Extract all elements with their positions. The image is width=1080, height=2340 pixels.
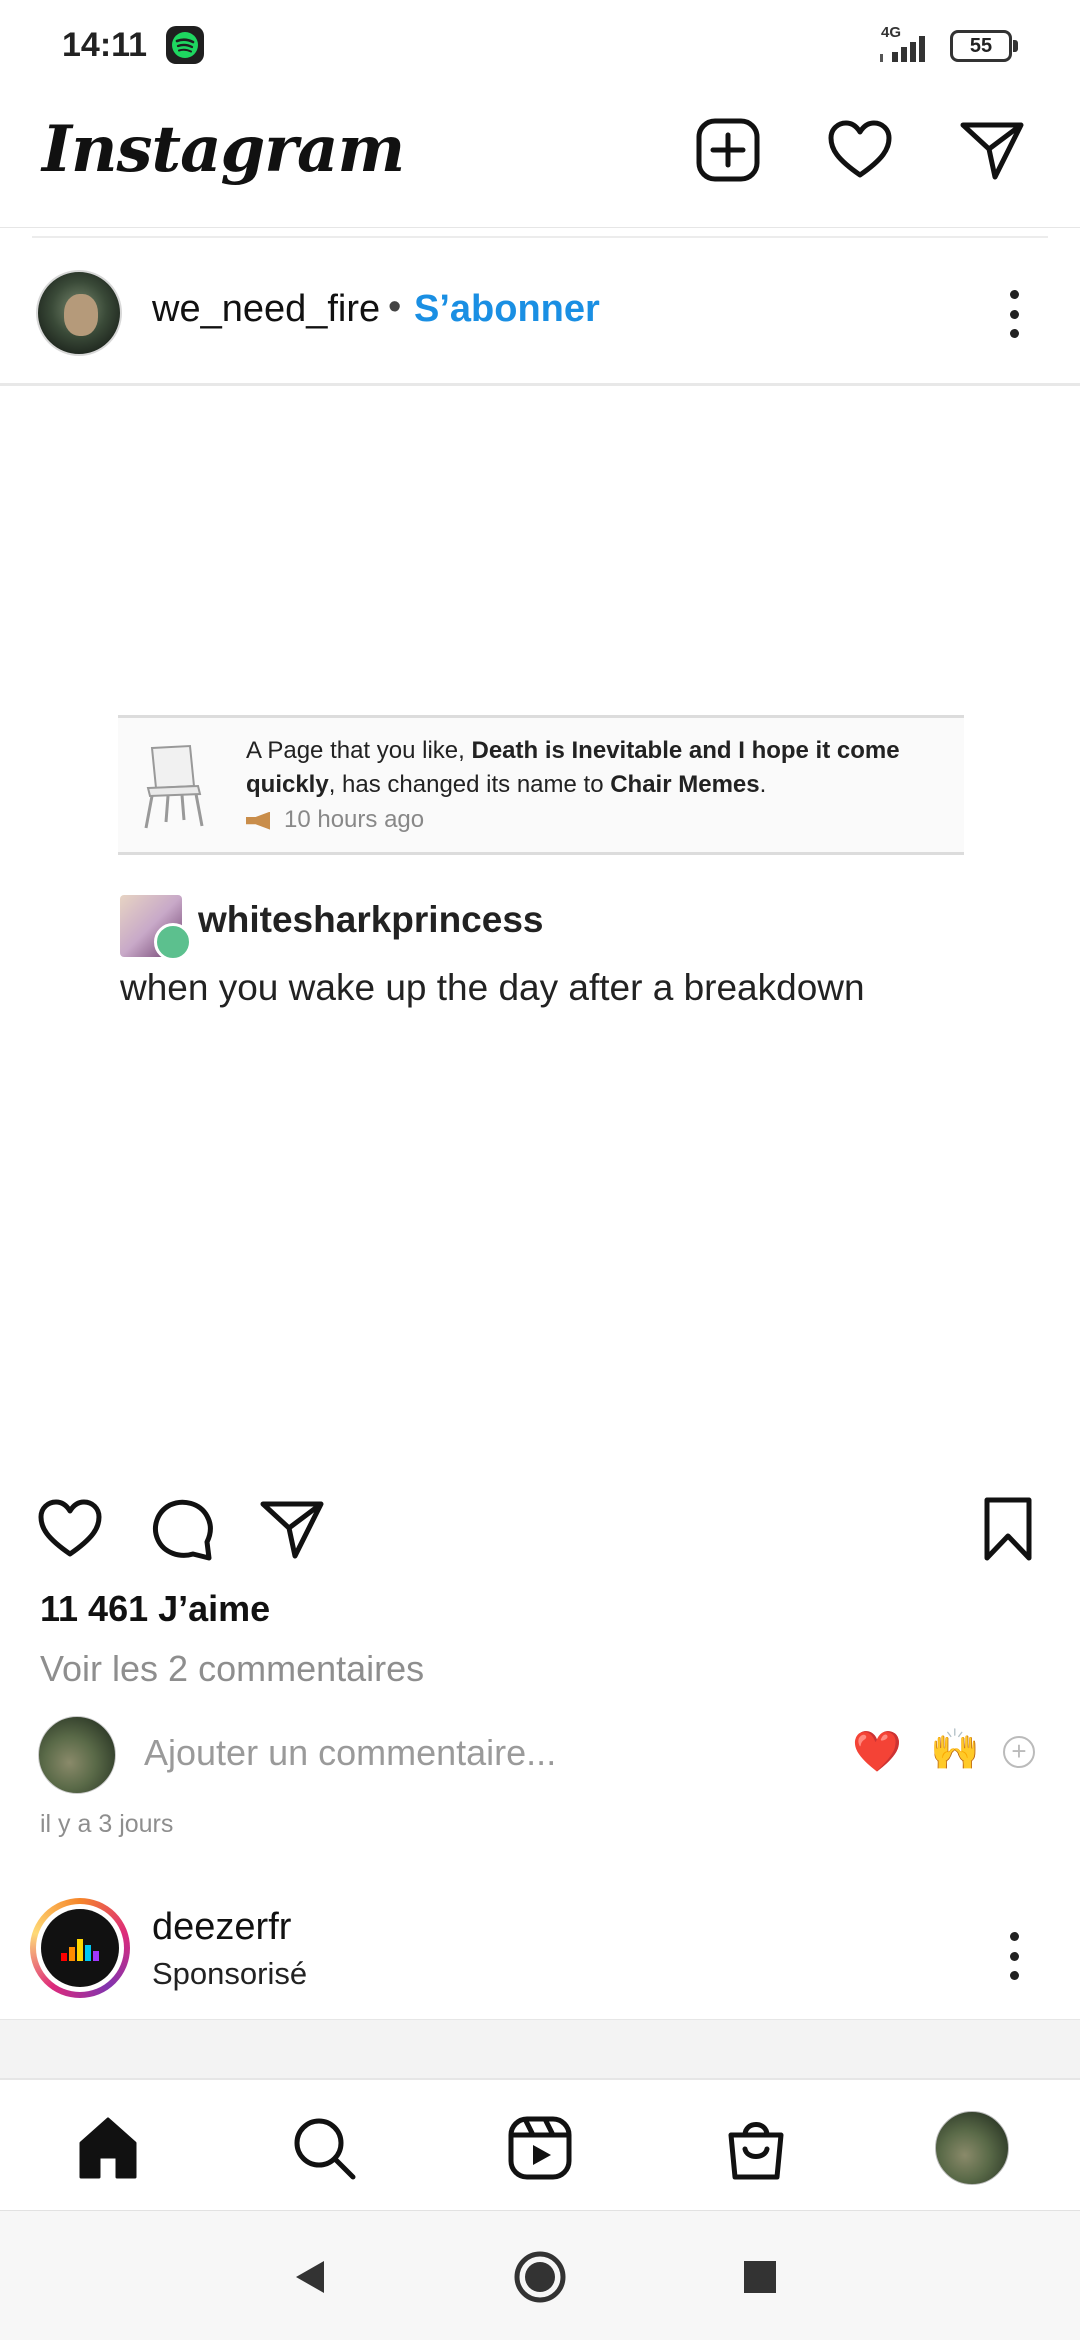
status-bar: 14:11 4G 55	[0, 0, 1080, 90]
sponsored-options-icon[interactable]	[994, 1926, 1034, 1986]
comment-input[interactable]: Ajouter un commentaire...	[144, 1732, 556, 1774]
sponsored-label: Sponsorisé	[152, 1956, 308, 1991]
instagram-logo[interactable]: Instagram	[42, 112, 405, 187]
battery-level: 55	[950, 30, 1012, 62]
home-button-icon[interactable]	[512, 2249, 568, 2305]
post-header: we_need_fire • S’abonner	[0, 240, 1080, 386]
sponsored-post-header: deezerfr Sponsorisé	[0, 1880, 1080, 2020]
app-header: Instagram	[0, 90, 1080, 238]
ring-inner	[36, 1904, 124, 1992]
shop-icon[interactable]	[718, 2110, 794, 2186]
system-navigation	[0, 2210, 1080, 2340]
separator-dot: •	[388, 286, 402, 328]
next-post-preview	[0, 2020, 1080, 2080]
home-icon[interactable]	[70, 2110, 146, 2186]
megaphone-icon	[246, 811, 270, 830]
comment-icon[interactable]	[146, 1493, 218, 1565]
story-ring[interactable]	[30, 1898, 130, 1998]
bottom-navigation	[0, 2078, 1080, 2210]
follow-button[interactable]: S’abonner	[414, 288, 600, 331]
quick-reaction-hands[interactable]: 🙌	[930, 1726, 980, 1773]
reels-icon[interactable]	[502, 2110, 578, 2186]
direct-message-icon[interactable]	[954, 112, 1030, 188]
like-count[interactable]: 11 461 J’aime	[40, 1588, 270, 1630]
share-icon[interactable]	[256, 1493, 328, 1565]
tumblr-caption: when you wake up the day after a breakdo…	[120, 967, 865, 1008]
status-time: 14:11	[62, 26, 148, 64]
chair-icon	[144, 744, 204, 829]
post-timestamp: il y a 3 jours	[40, 1810, 174, 1838]
add-reaction-icon[interactable]: +	[1003, 1736, 1035, 1768]
like-icon[interactable]	[34, 1493, 106, 1565]
post-author-avatar[interactable]	[36, 270, 122, 356]
deezer-logo-icon	[41, 1909, 119, 1987]
back-icon[interactable]	[282, 2249, 338, 2305]
add-comment-row: Ajouter un commentaire... ❤️ 🙌 +	[0, 1712, 1080, 1796]
post-username[interactable]: we_need_fire	[152, 288, 380, 331]
search-icon[interactable]	[286, 2110, 362, 2186]
post-actions	[0, 1479, 1080, 1579]
facebook-notification-time: 10 hours ago	[246, 806, 424, 834]
facebook-notification-card: A Page that you like, Death is Inevitabl…	[118, 715, 964, 855]
quick-reaction-heart[interactable]: ❤️	[852, 1728, 902, 1775]
save-icon[interactable]	[972, 1493, 1044, 1565]
view-comments-link[interactable]: Voir les 2 commentaires	[40, 1648, 424, 1690]
facebook-notification-text: A Page that you like, Death is Inevitabl…	[246, 737, 900, 798]
post-image[interactable]: A Page that you like, Death is Inevitabl…	[0, 389, 1080, 1479]
tumblr-username: whitesharkprincess	[198, 899, 544, 940]
battery-tip	[1013, 40, 1018, 52]
profile-avatar-image	[935, 2111, 1009, 2185]
heart-icon[interactable]	[822, 112, 898, 188]
recents-icon[interactable]	[732, 2249, 788, 2305]
header-divider	[32, 236, 1048, 238]
profile-avatar[interactable]	[934, 2110, 1010, 2186]
signal-icon	[880, 36, 925, 62]
reblog-badge-icon	[154, 923, 192, 961]
battery-indicator: 55	[950, 30, 1018, 62]
post-options-icon[interactable]	[994, 284, 1034, 344]
avatar-face	[64, 294, 98, 336]
sponsored-username[interactable]: deezerfr	[152, 1906, 291, 1949]
current-user-avatar	[38, 1716, 116, 1794]
new-post-icon[interactable]	[690, 112, 766, 188]
spotify-icon	[166, 26, 204, 64]
